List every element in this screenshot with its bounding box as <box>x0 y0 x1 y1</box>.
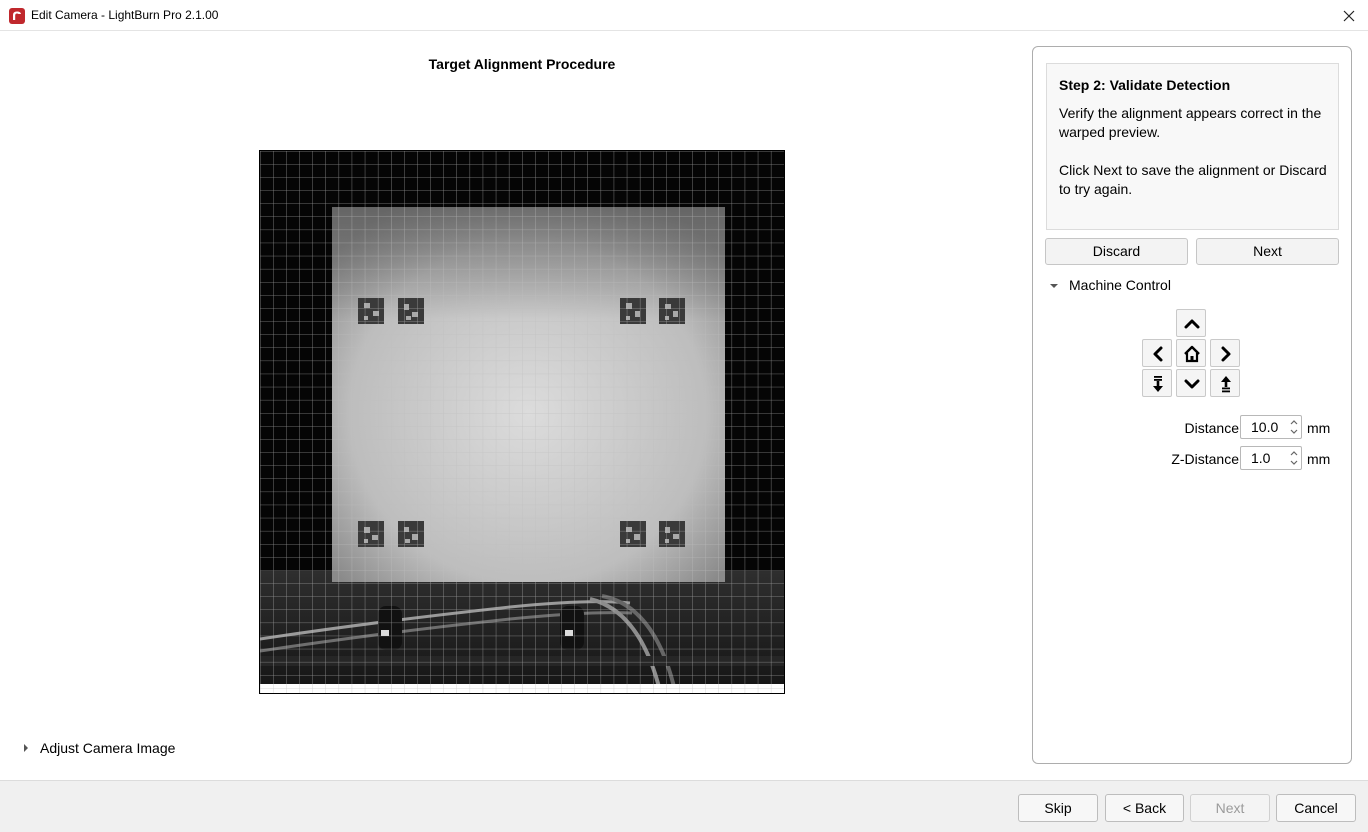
distance-value: 10.0 <box>1251 419 1279 435</box>
jog-right-button[interactable] <box>1210 339 1240 367</box>
step-paragraph-1: Verify the alignment appears correct in … <box>1059 105 1322 140</box>
next-button[interactable]: Next <box>1190 794 1270 822</box>
home-icon <box>1184 345 1200 363</box>
cancel-button[interactable]: Cancel <box>1276 794 1356 822</box>
z-distance-unit: mm <box>1307 451 1331 467</box>
skip-button[interactable]: Skip <box>1018 794 1098 822</box>
dialog-footer: Skip < Back Next Cancel <box>0 780 1368 832</box>
z-down-icon <box>1153 376 1163 392</box>
app-logo-icon <box>9 8 25 24</box>
discard-button[interactable]: Discard <box>1045 238 1188 265</box>
close-icon[interactable] <box>1338 5 1360 27</box>
jog-down-icon <box>1184 379 1200 389</box>
z-distance-value: 1.0 <box>1251 450 1271 466</box>
collapse-arrow-icon <box>1050 284 1058 288</box>
expand-arrow-icon <box>24 744 28 752</box>
z-up-icon <box>1221 376 1231 393</box>
distance-spinbox[interactable]: 10.0 <box>1240 415 1302 439</box>
camera-preview <box>259 150 785 694</box>
z-up-button[interactable] <box>1210 369 1240 397</box>
side-panel: Step 2: Validate Detection Verify the al… <box>1032 46 1352 764</box>
jog-left-icon <box>1153 346 1163 362</box>
main-area: Target Alignment Procedure Adjust Camera… <box>0 31 1368 780</box>
home-button[interactable] <box>1176 339 1206 367</box>
camera-preview-image <box>260 151 784 693</box>
adjust-camera-label: Adjust Camera Image <box>40 740 176 756</box>
procedure-title: Target Alignment Procedure <box>428 56 616 72</box>
step-instructions: Step 2: Validate Detection Verify the al… <box>1046 63 1339 230</box>
jog-up-icon <box>1184 319 1200 329</box>
step-paragraph-2: Click Next to save the alignment or Disc… <box>1059 162 1327 197</box>
window-title: Edit Camera - LightBurn Pro 2.1.00 <box>31 8 219 22</box>
z-down-button[interactable] <box>1142 369 1172 397</box>
jog-up-button[interactable] <box>1176 309 1206 337</box>
jog-down-button[interactable] <box>1176 369 1206 397</box>
jog-left-button[interactable] <box>1142 339 1172 367</box>
machine-control-label: Machine Control <box>1069 277 1171 293</box>
step-text: Verify the alignment appears correct in … <box>1059 104 1331 218</box>
back-button[interactable]: < Back <box>1105 794 1184 822</box>
distance-unit: mm <box>1307 420 1331 436</box>
jog-right-icon <box>1221 346 1231 362</box>
step-title: Step 2: Validate Detection <box>1059 77 1231 93</box>
title-bar: Edit Camera - LightBurn Pro 2.1.00 <box>0 0 1368 31</box>
step-next-button[interactable]: Next <box>1196 238 1339 265</box>
spin-arrows-icon[interactable] <box>1288 448 1300 468</box>
spin-arrows-icon[interactable] <box>1288 417 1300 437</box>
z-distance-spinbox[interactable]: 1.0 <box>1240 446 1302 470</box>
distance-label: Distance <box>1184 420 1239 436</box>
z-distance-label: Z-Distance <box>1171 451 1239 467</box>
